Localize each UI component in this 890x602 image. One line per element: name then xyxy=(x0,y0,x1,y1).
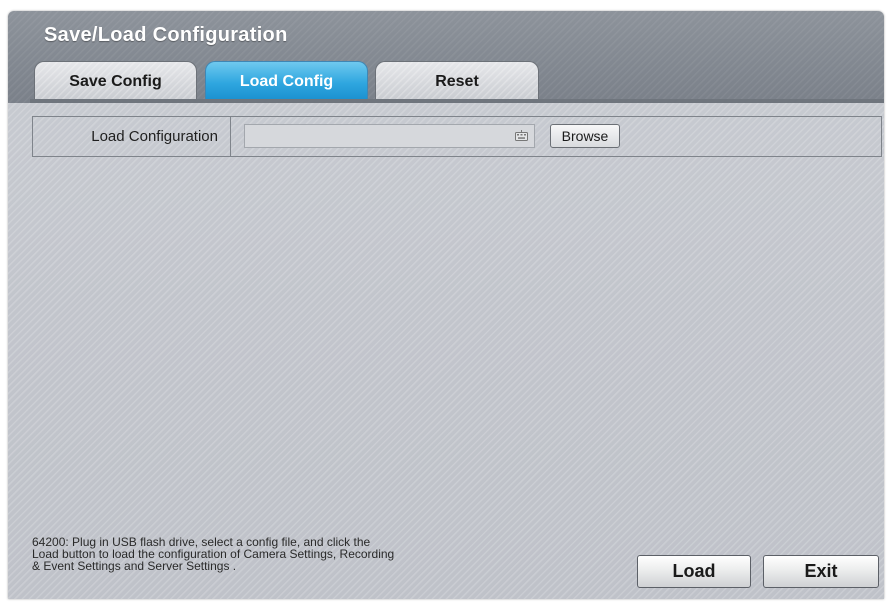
config-file-path-input[interactable] xyxy=(244,124,535,148)
exit-button[interactable]: Exit xyxy=(763,555,879,588)
help-text: 64200: Plug in USB flash drive, select a… xyxy=(32,536,502,572)
tab-save-config[interactable]: Save Config xyxy=(34,61,197,101)
load-configuration-label: Load Configuration xyxy=(33,117,231,156)
browse-button[interactable]: Browse xyxy=(550,124,620,148)
help-line: & Event Settings and Server Settings . xyxy=(32,559,237,573)
window-title: Save/Load Configuration xyxy=(44,24,288,46)
load-button[interactable]: Load xyxy=(637,555,751,588)
config-window: Save/Load Configuration Save Config Load… xyxy=(8,11,884,599)
title-bar: Save/Load Configuration Save Config Load… xyxy=(8,11,884,103)
tab-load-config[interactable]: Load Config xyxy=(205,61,368,101)
keyboard-icon[interactable] xyxy=(515,130,528,141)
load-configuration-row: Load Configuration Browse xyxy=(32,116,882,157)
load-configuration-controls: Browse xyxy=(231,117,881,156)
tab-reset[interactable]: Reset xyxy=(375,61,539,101)
tab-strip-divider xyxy=(30,99,884,103)
tab-reset-label: Reset xyxy=(435,72,479,90)
tab-load-config-label: Load Config xyxy=(239,72,334,90)
tab-save-config-label: Save Config xyxy=(69,72,162,90)
